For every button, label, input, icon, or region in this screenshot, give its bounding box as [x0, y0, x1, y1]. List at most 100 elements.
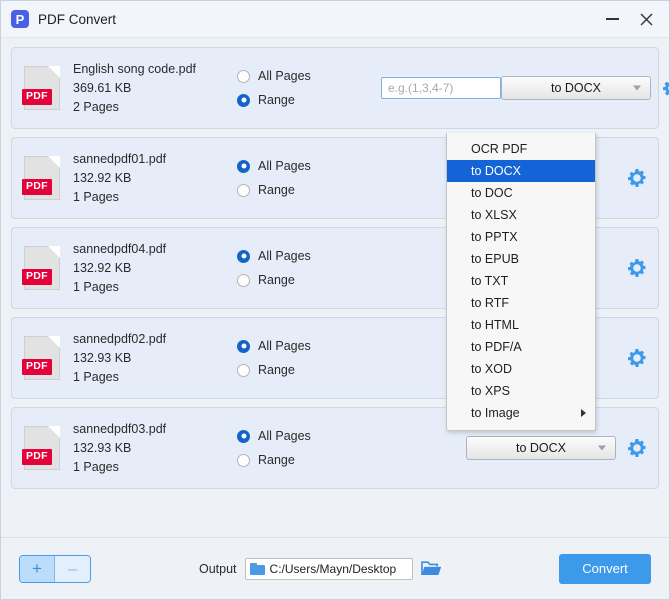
row-actions: to DOCX — [466, 436, 648, 460]
settings-gear-button[interactable] — [626, 347, 648, 369]
close-button[interactable] — [629, 4, 663, 34]
remove-file-button[interactable]: – — [55, 556, 90, 582]
all-pages-radio[interactable] — [237, 340, 250, 353]
dropdown-item[interactable]: to DOCX — [447, 160, 595, 182]
dropdown-item[interactable]: to XPS — [447, 380, 595, 402]
dropdown-item[interactable]: to EPUB — [447, 248, 595, 270]
close-icon — [640, 13, 653, 26]
dropdown-item[interactable]: to RTF — [447, 292, 595, 314]
dropdown-item[interactable]: OCR PDF — [447, 138, 595, 160]
dropdown-item-label: to HTML — [471, 318, 519, 332]
all-pages-radio[interactable] — [237, 250, 250, 263]
all-pages-label: All Pages — [258, 249, 311, 263]
file-pages: 1 Pages — [73, 190, 233, 204]
settings-gear-button[interactable] — [626, 257, 648, 279]
file-size: 132.93 KB — [73, 441, 233, 455]
all-pages-option[interactable]: All Pages — [237, 159, 387, 173]
dropdown-item-label: to RTF — [471, 296, 509, 310]
row-actions: to DOCX — [501, 76, 669, 100]
dropdown-item[interactable]: to DOC — [447, 182, 595, 204]
gear-icon — [627, 438, 647, 458]
dropdown-item[interactable]: to TXT — [447, 270, 595, 292]
range-radio[interactable] — [237, 184, 250, 197]
all-pages-radio[interactable] — [237, 430, 250, 443]
dropdown-item[interactable]: to PDF/A — [447, 336, 595, 358]
range-radio[interactable] — [237, 364, 250, 377]
range-option[interactable]: Range — [237, 453, 387, 467]
page-options: All Pages Range — [237, 339, 387, 377]
range-radio[interactable] — [237, 94, 250, 107]
dropdown-item-label: to XOD — [471, 362, 512, 376]
dropdown-item-label: to DOCX — [471, 164, 521, 178]
range-option[interactable]: Range — [237, 273, 387, 287]
range-label: Range — [258, 273, 295, 287]
chevron-down-icon — [598, 446, 606, 451]
add-remove-group: + – — [19, 555, 91, 583]
range-label: Range — [258, 453, 295, 467]
minimize-button[interactable] — [595, 4, 629, 34]
all-pages-option[interactable]: All Pages — [237, 69, 387, 83]
all-pages-option[interactable]: All Pages — [237, 429, 387, 443]
dropdown-item-label: to EPUB — [471, 252, 519, 266]
dropdown-item[interactable]: to HTML — [447, 314, 595, 336]
file-info: English song code.pdf 369.61 KB 2 Pages — [73, 62, 233, 114]
range-radio[interactable] — [237, 454, 250, 467]
all-pages-label: All Pages — [258, 159, 311, 173]
gear-icon — [627, 168, 647, 188]
file-size: 132.92 KB — [73, 171, 233, 185]
gear-icon — [627, 348, 647, 368]
file-row[interactable]: PDF English song code.pdf 369.61 KB 2 Pa… — [11, 47, 659, 129]
pdf-file-icon: PDF — [24, 336, 60, 380]
file-size: 132.93 KB — [73, 351, 233, 365]
all-pages-label: All Pages — [258, 429, 311, 443]
submenu-arrow-icon — [581, 409, 586, 417]
dropdown-item-label: to DOC — [471, 186, 513, 200]
pdf-file-icon: PDF — [24, 426, 60, 470]
file-pages: 1 Pages — [73, 280, 233, 294]
folder-icon — [250, 563, 265, 575]
range-radio[interactable] — [237, 274, 250, 287]
dropdown-item-label: to TXT — [471, 274, 508, 288]
all-pages-label: All Pages — [258, 339, 311, 353]
range-option[interactable]: Range — [237, 93, 387, 107]
output-path-field[interactable]: C:/Users/Mayn/Desktop — [245, 558, 413, 580]
file-pages: 2 Pages — [73, 100, 233, 114]
all-pages-option[interactable]: All Pages — [237, 339, 387, 353]
file-list: PDF English song code.pdf 369.61 KB 2 Pa… — [1, 38, 669, 537]
dropdown-item[interactable]: to XLSX — [447, 204, 595, 226]
file-size: 369.61 KB — [73, 81, 233, 95]
pdf-badge: PDF — [22, 269, 52, 285]
dropdown-item-label: to PPTX — [471, 230, 518, 244]
convert-button[interactable]: Convert — [559, 554, 651, 584]
range-label: Range — [258, 183, 295, 197]
add-file-button[interactable]: + — [20, 556, 55, 582]
all-pages-option[interactable]: All Pages — [237, 249, 387, 263]
format-dropdown-menu[interactable]: OCR PDF to DOCX to DOC to XLSX to PPTX to EPU… — [446, 133, 596, 431]
file-info: sannedpdf03.pdf 132.93 KB 1 Pages — [73, 422, 233, 474]
gear-icon — [627, 258, 647, 278]
settings-gear-button[interactable] — [661, 77, 669, 99]
settings-gear-button[interactable] — [626, 167, 648, 189]
dropdown-item[interactable]: to Image — [447, 402, 595, 424]
pdf-badge: PDF — [22, 359, 52, 375]
dropdown-item-label: OCR PDF — [471, 142, 527, 156]
settings-gear-button[interactable] — [626, 437, 648, 459]
app-window: P PDF Convert PDF English song code.pdf … — [0, 0, 670, 600]
format-dropdown-button[interactable]: to DOCX — [466, 436, 616, 460]
range-label: Range — [258, 93, 295, 107]
browse-folder-button[interactable] — [421, 559, 443, 579]
range-input[interactable] — [381, 77, 501, 99]
all-pages-radio[interactable] — [237, 70, 250, 83]
file-name: sannedpdf03.pdf — [73, 422, 233, 436]
format-dropdown-button[interactable]: to DOCX — [501, 76, 651, 100]
dropdown-item[interactable]: to XOD — [447, 358, 595, 380]
range-option[interactable]: Range — [237, 363, 387, 377]
open-folder-icon — [421, 559, 442, 578]
file-name: sannedpdf02.pdf — [73, 332, 233, 346]
dropdown-item[interactable]: to PPTX — [447, 226, 595, 248]
range-option[interactable]: Range — [237, 183, 387, 197]
file-pages: 1 Pages — [73, 370, 233, 384]
output-section: Output C:/Users/Mayn/Desktop — [199, 558, 443, 580]
file-info: sannedpdf02.pdf 132.93 KB 1 Pages — [73, 332, 233, 384]
all-pages-radio[interactable] — [237, 160, 250, 173]
